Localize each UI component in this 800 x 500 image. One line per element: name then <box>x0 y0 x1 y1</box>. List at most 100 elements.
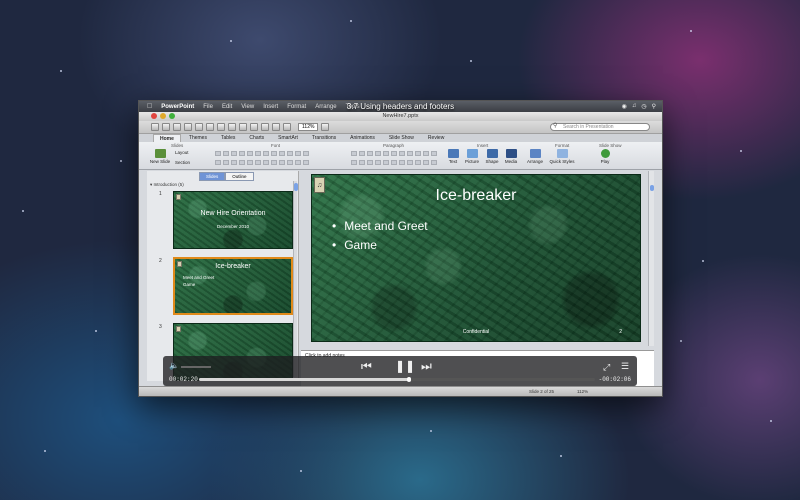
volume-icon[interactable]: 🔈 <box>169 361 179 370</box>
layout-label: Layout <box>175 150 189 155</box>
slide-counter: Slide 2 of 25 <box>529 389 555 394</box>
powerpoint-window:  PowerPoint File Edit View Insert Forma… <box>138 100 663 397</box>
slide-texture <box>174 192 292 248</box>
slide-number: 3 <box>159 324 162 330</box>
thumb-bullet-2: Game <box>183 282 196 287</box>
save-icon[interactable] <box>184 123 192 131</box>
play-slideshow-button[interactable]: Play <box>597 149 613 164</box>
zoom-select[interactable]: 112% <box>298 123 319 131</box>
layout-button[interactable]: Layout <box>175 150 189 155</box>
shape-button[interactable]: Shape <box>484 149 500 164</box>
alignment-buttons[interactable] <box>351 160 437 165</box>
window-title: NewHire7.pptx <box>139 112 662 121</box>
slide-thumbnail-2[interactable]: Ice-breaker Meet and Greet Game <box>173 257 293 315</box>
media-button[interactable]: Media <box>503 149 519 164</box>
slide-footer[interactable]: Confidential <box>312 329 640 335</box>
tab-smartart[interactable]: SmartArt <box>272 134 304 142</box>
slide-title[interactable]: Ice-breaker <box>312 187 640 205</box>
slide-badge-icon <box>176 194 181 200</box>
copy-icon[interactable] <box>217 123 225 131</box>
tab-slide-show[interactable]: Slide Show <box>383 134 420 142</box>
tab-themes[interactable]: Themes <box>183 134 213 142</box>
zoom-window-button[interactable] <box>169 113 175 119</box>
group-insert-label: Insert <box>477 143 489 148</box>
help-icon[interactable] <box>321 123 330 131</box>
progress-handle[interactable] <box>406 377 411 382</box>
slides-pane-scrollbar[interactable] <box>293 181 298 377</box>
slide-thumbnail-1[interactable]: New Hire Orientation December 2010 <box>173 191 293 249</box>
section-header[interactable]: ▾ Introduction (5) <box>150 182 184 188</box>
status-zoom[interactable]: 112% <box>577 389 588 394</box>
tab-slides[interactable]: Slides <box>199 172 226 181</box>
group-paragraph-label: Paragraph <box>383 143 405 148</box>
elapsed-time: 00:02:20 <box>169 376 198 383</box>
font-style-buttons[interactable] <box>215 160 309 165</box>
tab-home[interactable]: Home <box>153 134 181 142</box>
play-label: Play <box>600 159 610 164</box>
new-slide-label: New Slide <box>149 159 171 164</box>
remaining-time: -00:02:06 <box>598 376 631 383</box>
rewind-button[interactable]: ⏮ <box>361 359 372 374</box>
pause-button[interactable]: ❚❚ <box>395 359 415 373</box>
tab-review[interactable]: Review <box>422 134 450 142</box>
text-label: Text <box>448 159 458 164</box>
print-icon[interactable] <box>195 123 203 131</box>
progress-bar[interactable] <box>199 377 595 382</box>
quick-styles-button[interactable]: Quick Styles <box>549 149 575 164</box>
fast-forward-button[interactable]: ⏭ <box>421 359 432 374</box>
open-icon[interactable] <box>173 123 181 131</box>
scrollbar-thumb[interactable] <box>294 183 298 191</box>
tab-transitions[interactable]: Transitions <box>306 134 342 142</box>
text-box-icon <box>447 149 459 158</box>
group-slideshow-label: Slide Show <box>599 143 622 148</box>
templates-icon[interactable] <box>162 123 170 131</box>
quick-styles-label: Quick Styles <box>549 159 575 164</box>
volume-slider[interactable] <box>181 366 211 368</box>
text-box-button[interactable]: Text <box>445 149 461 164</box>
quick-styles-icon <box>556 149 568 158</box>
slideshow-icon[interactable] <box>272 123 280 131</box>
scrollbar-thumb[interactable] <box>650 185 654 191</box>
slide-page-number[interactable]: 2 <box>619 329 622 335</box>
paragraph-controls[interactable] <box>351 151 437 156</box>
pane-view-toggle: Slides Outline <box>199 172 254 181</box>
redo-icon[interactable] <box>261 123 269 131</box>
paste-icon[interactable] <box>228 123 236 131</box>
picture-button[interactable]: Picture <box>463 149 481 164</box>
undo-icon[interactable] <box>250 123 258 131</box>
gallery-icon[interactable] <box>283 123 291 131</box>
ribbon: Slides Font Paragraph Insert Format Slid… <box>139 142 662 170</box>
video-controls: 🔈 ⏮ ❚❚ ⏭ ⤢ ☰ 00:02:20 -00:02:06 <box>163 356 637 386</box>
tab-outline[interactable]: Outline <box>225 172 254 181</box>
group-slides-label: Slides <box>171 143 184 148</box>
tab-charts[interactable]: Charts <box>243 134 270 142</box>
tab-animations[interactable]: Animations <box>344 134 381 142</box>
main-scrollbar[interactable] <box>648 171 654 346</box>
cut-icon[interactable] <box>206 123 214 131</box>
new-icon[interactable] <box>151 123 159 131</box>
search-input[interactable]: ⚲ Search in Presentation <box>550 123 650 131</box>
format-painter-icon[interactable] <box>239 123 247 131</box>
thumb-bullet-1: Meet and Greet <box>183 275 215 280</box>
close-window-button[interactable] <box>151 113 157 119</box>
minimize-window-button[interactable] <box>160 113 166 119</box>
arrange-label: Arrange <box>526 159 543 164</box>
arrange-button[interactable]: Arrange <box>525 149 545 164</box>
new-slide-icon <box>154 149 166 158</box>
new-slide-button[interactable]: New Slide <box>149 149 171 164</box>
font-controls[interactable] <box>215 151 309 156</box>
play-icon <box>600 149 610 158</box>
thumb-title: New Hire Orientation <box>200 210 266 217</box>
disclosure-triangle-icon[interactable]: ▾ <box>150 182 152 187</box>
fullscreen-icon[interactable]: ⤢ <box>603 362 610 373</box>
slide-body[interactable]: Meet and Greet Game <box>332 217 427 255</box>
chapter-list-icon[interactable]: ☰ <box>621 361 629 372</box>
shape-label: Shape <box>485 159 499 164</box>
slide-canvas[interactable]: ♫ Ice-breaker Meet and Greet Game Confid… <box>311 174 641 342</box>
picture-icon <box>466 149 478 158</box>
section-button[interactable]: Section <box>175 160 190 165</box>
group-font-label: Font <box>271 143 281 148</box>
video-title: 3.7 Using headers and footers <box>346 102 455 111</box>
slides-pane: Slides Outline ▾ Introduction (5) 1 New … <box>147 171 299 381</box>
tab-tables[interactable]: Tables <box>215 134 241 142</box>
